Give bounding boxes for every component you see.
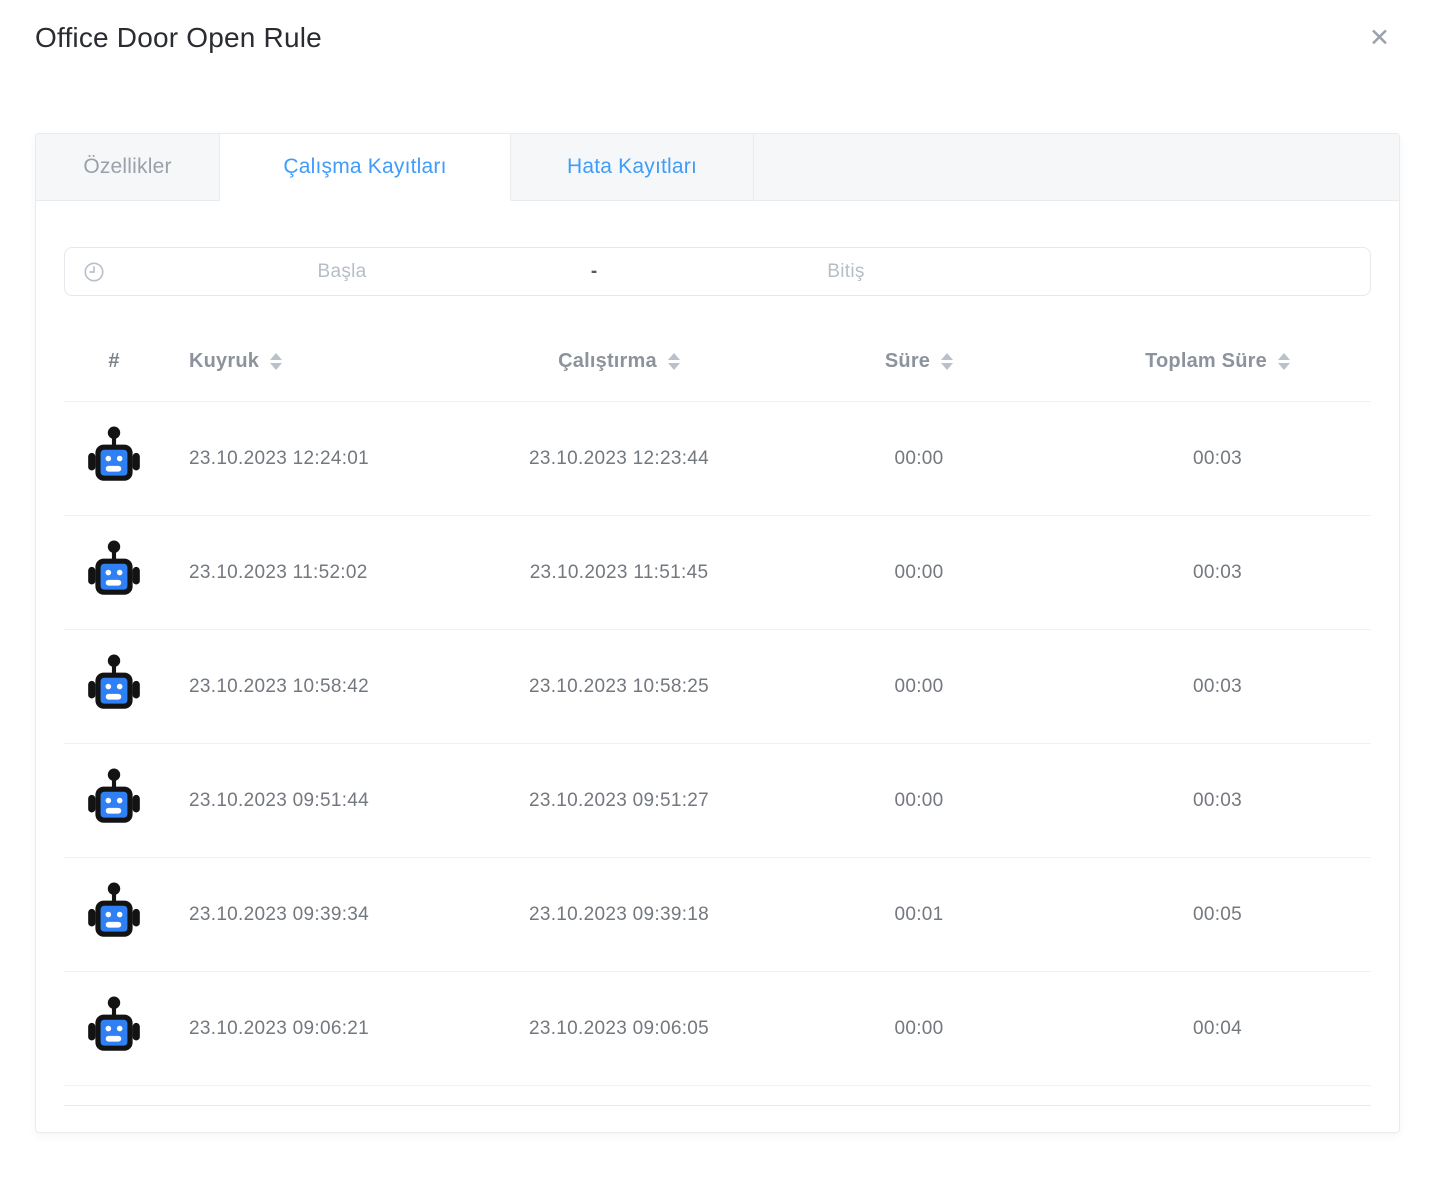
- sort-icon: [270, 353, 282, 370]
- tab-calisma-kayitlari[interactable]: Çalışma Kayıtları: [220, 134, 511, 201]
- modal-header: Office Door Open Rule ✕: [0, 0, 1430, 56]
- table-row: 23.10.2023 10:58:42 23.10.2023 10:58:25 …: [64, 629, 1371, 743]
- cell-kuyruk: 23.10.2023 09:06:21: [164, 1018, 464, 1040]
- cell-sure: 00:01: [774, 904, 1064, 926]
- robot-icon: [87, 995, 141, 1063]
- cell-toplam-sure: 00:03: [1064, 790, 1371, 812]
- cell-toplam-sure: 00:05: [1064, 904, 1371, 926]
- column-header-index: #: [64, 350, 164, 373]
- cell-calistirma: 23.10.2023 10:58:25: [464, 676, 774, 698]
- robot-icon: [87, 425, 141, 493]
- cell-sure: 00:00: [774, 562, 1064, 584]
- cell-calistirma: 23.10.2023 09:39:18: [464, 904, 774, 926]
- table-row: 23.10.2023 09:51:44 23.10.2023 09:51:27 …: [64, 743, 1371, 857]
- cell-calistirma: 23.10.2023 11:51:45: [464, 562, 774, 584]
- page-title: Office Door Open Rule: [35, 20, 322, 56]
- cell-calistirma: 23.10.2023 09:06:05: [464, 1018, 774, 1040]
- cell-kuyruk: 23.10.2023 11:52:02: [164, 562, 464, 584]
- sort-icon: [1278, 353, 1290, 370]
- cell-sure: 00:00: [774, 448, 1064, 470]
- tabbar: Özellikler Çalışma Kayıtları Hata Kayıtl…: [36, 134, 1399, 201]
- rule-detail-panel: Özellikler Çalışma Kayıtları Hata Kayıtl…: [35, 133, 1400, 1133]
- tab-ozellikler[interactable]: Özellikler: [36, 134, 220, 201]
- date-range-picker[interactable]: -: [64, 247, 1371, 296]
- end-date-input[interactable]: [611, 261, 1081, 283]
- cell-toplam-sure: 00:03: [1064, 448, 1371, 470]
- table-row: 23.10.2023 11:52:02 23.10.2023 11:51:45 …: [64, 515, 1371, 629]
- clock-icon: [83, 261, 105, 283]
- table-footer-divider: [64, 1085, 1371, 1106]
- cell-calistirma: 23.10.2023 09:51:27: [464, 790, 774, 812]
- robot-icon: [87, 653, 141, 721]
- cell-kuyruk: 23.10.2023 09:51:44: [164, 790, 464, 812]
- cell-kuyruk: 23.10.2023 09:39:34: [164, 904, 464, 926]
- run-records-table: # Kuyruk Çalıştırma Süre Toplam Süre: [64, 321, 1371, 1106]
- cell-toplam-sure: 00:03: [1064, 676, 1371, 698]
- table-header-row: # Kuyruk Çalıştırma Süre Toplam Süre: [64, 321, 1371, 401]
- start-date-input[interactable]: [107, 261, 577, 283]
- cell-calistirma: 23.10.2023 12:23:44: [464, 448, 774, 470]
- table-row: 23.10.2023 09:39:34 23.10.2023 09:39:18 …: [64, 857, 1371, 971]
- column-header-sure[interactable]: Süre: [774, 350, 1064, 373]
- sort-icon: [668, 353, 680, 370]
- tab-content: - # Kuyruk Çalıştırma Süre Top: [36, 201, 1399, 1106]
- robot-icon: [87, 539, 141, 607]
- robot-icon: [87, 881, 141, 949]
- column-header-toplam-sure[interactable]: Toplam Süre: [1064, 350, 1371, 373]
- column-header-calistirma[interactable]: Çalıştırma: [464, 350, 774, 373]
- cell-sure: 00:00: [774, 790, 1064, 812]
- cell-kuyruk: 23.10.2023 10:58:42: [164, 676, 464, 698]
- cell-sure: 00:00: [774, 1018, 1064, 1040]
- cell-sure: 00:00: [774, 676, 1064, 698]
- column-header-kuyruk[interactable]: Kuyruk: [164, 350, 464, 373]
- close-icon[interactable]: ✕: [1365, 22, 1394, 55]
- table-row: 23.10.2023 09:06:21 23.10.2023 09:06:05 …: [64, 971, 1371, 1085]
- cell-toplam-sure: 00:03: [1064, 562, 1371, 584]
- cell-toplam-sure: 00:04: [1064, 1018, 1371, 1040]
- table-row: 23.10.2023 12:24:01 23.10.2023 12:23:44 …: [64, 401, 1371, 515]
- sort-icon: [941, 353, 953, 370]
- cell-kuyruk: 23.10.2023 12:24:01: [164, 448, 464, 470]
- robot-icon: [87, 767, 141, 835]
- tab-hata-kayitlari[interactable]: Hata Kayıtları: [511, 134, 754, 201]
- date-range-separator: -: [577, 261, 611, 283]
- tabbar-filler: [754, 134, 1399, 201]
